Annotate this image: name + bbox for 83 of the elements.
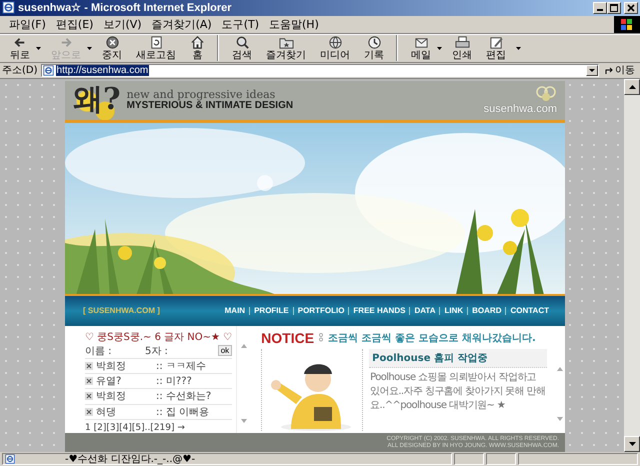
- tagline: new and progressive ideas: [126, 89, 276, 100]
- mail-button[interactable]: 메일: [407, 35, 435, 62]
- menu-item[interactable]: 편집(E): [50, 16, 98, 32]
- post-body: Poolhouse 쇼핑몰 의뢰받아서 작업하고 있어요..자주 칭구홈에 찾아가지 못해 만해요..^^poolhouse 대박기원~ ★: [369, 370, 546, 413]
- minimize-icon: [597, 9, 603, 12]
- post-title[interactable]: Poolhouse 홈피 작업중: [369, 348, 548, 368]
- entry-name: 혀댕: [96, 406, 117, 419]
- pagination[interactable]: 1 [2][3][4][5]..[219] →: [85, 422, 232, 433]
- page-icon: [42, 64, 54, 76]
- maximize-button[interactable]: [607, 2, 621, 14]
- address-label: 주소(D): [2, 64, 38, 78]
- notice-text: 조금씩 조금씩 좋은 모습으로 채워나갔습니다.: [328, 332, 536, 345]
- back-button[interactable]: 뒤로: [6, 35, 34, 62]
- go-button[interactable]: 이동: [602, 63, 638, 78]
- x-mark-icon[interactable]: [85, 377, 93, 386]
- guestbook-title: ♡ 쿵S쿵S쿵.~ 6 글자 NO~★ ♡: [85, 330, 232, 344]
- scroll-up-button[interactable]: [624, 78, 640, 95]
- window-title: susenhwa☆ - Microsoft Internet Explorer: [18, 1, 233, 14]
- entry-message: :: 집 이뻐용: [156, 406, 210, 419]
- home-icon: [190, 35, 205, 50]
- search-button[interactable]: 검색: [228, 35, 256, 62]
- entry-name: 박희정: [96, 360, 127, 373]
- windows-logo-icon: [614, 16, 640, 33]
- more-caret-icon[interactable]: [516, 46, 521, 50]
- scroll-down-button[interactable]: [624, 436, 640, 452]
- maximize-icon: [610, 4, 618, 12]
- menu-item[interactable]: 즐겨찾기(A): [146, 16, 217, 32]
- address-field[interactable]: http://susenhwa.com: [40, 64, 599, 77]
- search-icon: [234, 35, 250, 50]
- up-arrow-icon: [628, 84, 636, 89]
- entry-name: 박희정: [96, 390, 127, 404]
- favorites-button[interactable]: 즐겨찾기: [262, 35, 310, 62]
- entry-message: :: 미???: [156, 375, 192, 388]
- nav-link[interactable]: CONTACT: [505, 306, 553, 315]
- x-mark-icon[interactable]: [85, 362, 93, 370]
- clock-icon: [366, 35, 382, 50]
- x-mark-icon[interactable]: [85, 392, 93, 400]
- home-button[interactable]: 홈: [186, 35, 209, 62]
- down-arrow-icon: [628, 442, 636, 446]
- minimize-button[interactable]: [593, 2, 607, 14]
- submit-button[interactable]: ok: [218, 345, 232, 356]
- slogan: MYSTERIOUS & INTIMATE DESIGN: [126, 100, 294, 112]
- nav-link[interactable]: LINK: [439, 306, 468, 315]
- caret-icon: [589, 68, 595, 72]
- caret-icon[interactable]: [437, 46, 442, 50]
- media-button[interactable]: 미디어: [316, 35, 354, 62]
- close-icon: [627, 4, 635, 12]
- site-brand: susenhwa.com: [484, 103, 557, 116]
- nav-link[interactable]: PORTFOLIO: [292, 306, 348, 315]
- dropdown-button[interactable]: [586, 64, 598, 76]
- site-logo: 왜?: [73, 85, 121, 116]
- globe-icon: [328, 35, 342, 50]
- nav-link[interactable]: DATA: [409, 306, 440, 315]
- go-arrow-icon: [605, 66, 614, 75]
- refresh-button[interactable]: 새로고침: [132, 35, 180, 62]
- menu-item[interactable]: 도움말(H): [264, 16, 324, 32]
- scrollbar[interactable]: [624, 78, 640, 452]
- x-mark-icon[interactable]: [85, 408, 93, 416]
- menu-item[interactable]: 보기(V): [98, 16, 147, 32]
- nav-link[interactable]: FREE HANDS: [348, 306, 410, 315]
- close-button[interactable]: [624, 2, 638, 14]
- edit-button[interactable]: 편집: [482, 35, 510, 62]
- status-text: -♥수선화 디잔임다.-_-..@♥-: [65, 453, 196, 466]
- stop-button[interactable]: 중지: [98, 35, 126, 62]
- nav-brand: [ SUSENHWA.COM ]: [83, 306, 160, 316]
- entry-message: :: 수선화는?: [156, 390, 212, 404]
- pencil-icon: [488, 35, 504, 50]
- page-icon: [5, 454, 15, 464]
- print-button[interactable]: 인쇄: [448, 35, 476, 62]
- entry-name: 유열?: [96, 375, 122, 388]
- page-icon: [2, 1, 15, 14]
- history-button[interactable]: 기록: [360, 35, 388, 62]
- nav-link[interactable]: PROFILE: [249, 306, 293, 315]
- menu-item[interactable]: 파일(F): [4, 16, 51, 32]
- notice-label: NOTICE: [261, 330, 314, 346]
- nav-link[interactable]: BOARD: [467, 306, 506, 315]
- caret-icon[interactable]: [36, 46, 41, 50]
- menu-item[interactable]: 도구(T): [216, 16, 264, 32]
- bullet-icon: [318, 333, 324, 342]
- name-label: 이름 :: [85, 344, 113, 358]
- nav-link[interactable]: MAIN: [220, 306, 250, 315]
- entry-message: :: ㅋㅋ제수: [156, 360, 206, 373]
- message-label: 5자 :: [145, 344, 168, 358]
